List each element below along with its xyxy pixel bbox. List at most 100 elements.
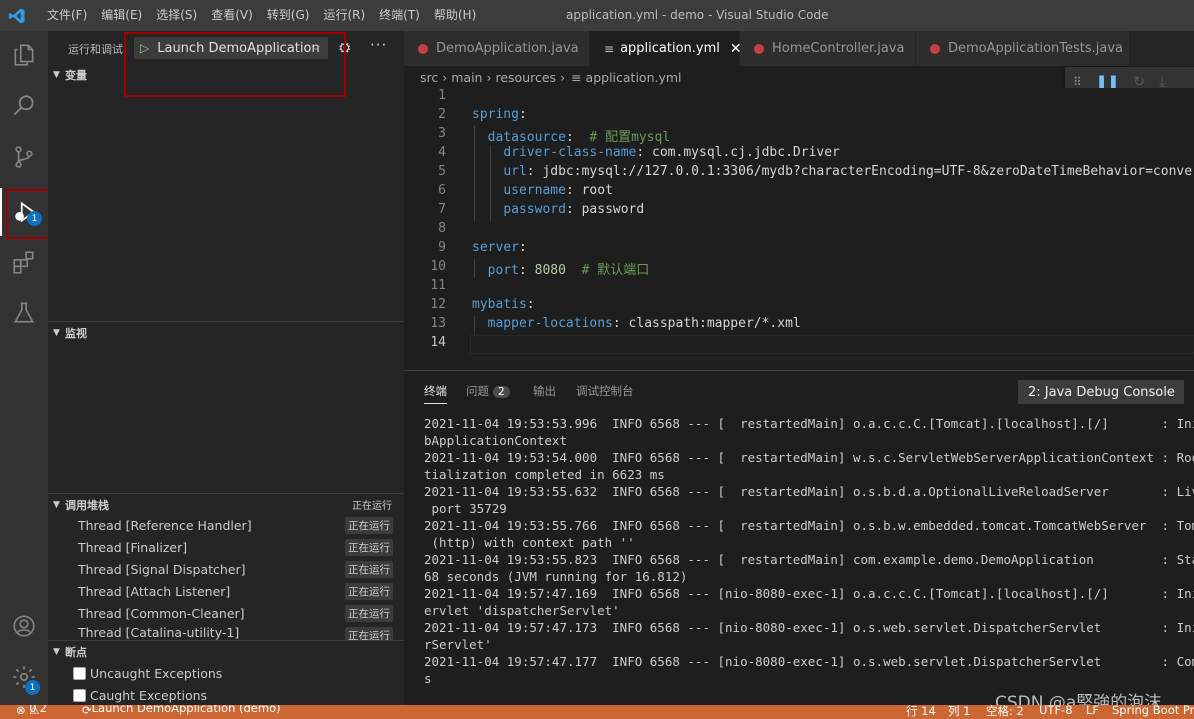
code-line: spring:: [472, 107, 527, 122]
log-line: 2021-11-04 19:53:54.000 INFO 6568 --- [ …: [424, 450, 1194, 465]
tab-application-yml[interactable]: ≡ application.yml ✕: [590, 31, 742, 66]
panel-tab-output[interactable]: 输出: [533, 383, 556, 399]
title-bar: 文件(F) 编辑(E) 选择(S) 查看(V) 转到(G) 运行(R) 终端(T…: [0, 0, 1194, 31]
menu-help[interactable]: 帮助(H): [427, 0, 483, 31]
more-actions-icon[interactable]: ···: [370, 36, 387, 54]
yaml-value: root: [581, 183, 613, 198]
run-debug-sidebar: 运行和调试 ▷ Launch DemoApplication ⌵ ⚙ ··· ▼…: [48, 31, 404, 705]
line-number: 6: [438, 183, 446, 198]
thread-item[interactable]: Thread [Catalina-utility-1] 正在运行: [48, 624, 404, 640]
breadcrumb-resources[interactable]: resources: [495, 70, 556, 85]
testing-flask-icon[interactable]: [0, 289, 48, 337]
yaml-value: com.mysql.cj.jdbc.Driver: [652, 145, 840, 160]
breadcrumb-file[interactable]: application.yml: [586, 70, 682, 85]
yaml-key: server: [472, 240, 519, 255]
breakpoint-caught-exceptions[interactable]: Caught Exceptions: [48, 684, 404, 706]
log-line: 2021-11-04 19:53:53.996 INFO 6568 --- [ …: [424, 416, 1194, 431]
menu-file[interactable]: 文件(F): [40, 0, 94, 31]
thread-item[interactable]: Thread [Reference Handler] 正在运行: [48, 514, 404, 536]
code-editor[interactable]: 1 2 3 4 5 6 7 8 9 10 11 12 13 14 spring:…: [404, 88, 1194, 370]
log-line: 68 seconds (JVM running for 16.812): [424, 569, 688, 584]
breakpoint-checkbox[interactable]: [73, 688, 86, 702]
menu-selection[interactable]: 选择(S): [149, 0, 204, 31]
menu-view[interactable]: 查看(V): [204, 0, 260, 31]
status-language[interactable]: Spring Boot Pro: [1112, 705, 1194, 717]
line-number: 5: [438, 164, 446, 179]
line-number: 4: [438, 145, 446, 160]
status-eol[interactable]: LF: [1086, 705, 1099, 717]
yaml-key: url: [503, 164, 527, 179]
breakpoints-section-header[interactable]: ▼ 断点: [48, 640, 404, 662]
line-number: 11: [430, 278, 446, 293]
code-line: url: jdbc:mysql://127.0.0.1:3306/mydb?ch…: [472, 164, 1194, 179]
chevron-down-icon: ▼: [53, 499, 60, 510]
code-line: mybatis:: [472, 297, 535, 312]
chevron-down-icon: ⌵: [1165, 385, 1174, 398]
extensions-icon[interactable]: [0, 238, 48, 286]
line-number: 10: [430, 259, 446, 274]
chevron-right-icon: ›: [560, 69, 566, 85]
yaml-key: username: [503, 183, 566, 198]
tab-demoapplicationtests-java[interactable]: DemoApplicationTests.java: [916, 31, 1130, 66]
log-line: tialization completed in 6623 ms: [424, 467, 665, 482]
status-launch-label: Launch DemoApplication (demo): [91, 705, 281, 715]
yaml-key: spring: [472, 107, 519, 122]
log-line: 2021-11-04 19:57:47.177 INFO 6568 --- [n…: [424, 654, 1194, 669]
account-icon[interactable]: [0, 602, 48, 650]
thread-status-badge: 正在运行: [345, 539, 393, 556]
status-problems[interactable]: ⊗ 0 ⚠ 2: [16, 705, 47, 717]
breadcrumb-main[interactable]: main: [451, 70, 482, 85]
menu-bar: 文件(F) 编辑(E) 选择(S) 查看(V) 转到(G) 运行(R) 终端(T…: [40, 0, 483, 31]
thread-name: Thread [Catalina-utility-1]: [78, 624, 240, 640]
thread-item[interactable]: Thread [Finalizer] 正在运行: [48, 536, 404, 558]
thread-status-badge: 正在运行: [345, 605, 393, 622]
breadcrumb-src[interactable]: src: [420, 70, 438, 85]
log-line: 2021-11-04 19:53:55.766 INFO 6568 --- [ …: [424, 518, 1194, 533]
thread-item[interactable]: Thread [Attach Listener] 正在运行: [48, 580, 404, 602]
status-line[interactable]: 行 14: [906, 705, 936, 719]
menu-go[interactable]: 转到(G): [260, 0, 317, 31]
yaml-key: mybatis: [472, 297, 527, 312]
thread-name: Thread [Signal Dispatcher]: [78, 561, 246, 577]
breakpoint-checkbox[interactable]: [73, 666, 86, 680]
status-indent[interactable]: 空格: 2: [986, 705, 1024, 719]
drag-handle-icon[interactable]: ⠿: [1073, 75, 1082, 89]
menu-terminal[interactable]: 终端(T): [372, 0, 427, 31]
callstack-status: 正在运行: [352, 501, 392, 512]
thread-item[interactable]: Thread [Common-Cleaner] 正在运行: [48, 602, 404, 624]
explorer-icon[interactable]: [0, 31, 48, 79]
line-number-current: 14: [430, 335, 446, 350]
console-select-dropdown[interactable]: 2: Java Debug Console ⌵: [1018, 380, 1184, 404]
activity-bar: 1 1: [0, 31, 48, 705]
problems-count-badge: 2: [493, 386, 510, 398]
source-control-icon[interactable]: [0, 133, 48, 181]
panel-tab-problems[interactable]: 问题 2: [466, 383, 510, 399]
status-debug-launch[interactable]: ⟳ Launch DemoApplication (demo): [82, 705, 281, 717]
tab-demoapplication-java[interactable]: DemoApplication.java: [404, 31, 590, 66]
variables-title: 变量: [65, 69, 87, 82]
panel-tab-label: 问题: [466, 384, 489, 398]
menu-run[interactable]: 运行(R): [316, 0, 372, 31]
thread-item[interactable]: Thread [Signal Dispatcher] 正在运行: [48, 558, 404, 580]
callstack-section-header[interactable]: ▼ 调用堆栈 正在运行: [48, 493, 404, 515]
yaml-comment: # 默认端口: [581, 263, 650, 278]
tab-homecontroller-java[interactable]: HomeController.java: [740, 31, 916, 66]
panel-tab-terminal[interactable]: 终端: [424, 383, 447, 404]
settings-gear-icon[interactable]: 1: [0, 653, 48, 701]
status-encoding[interactable]: UTF-8: [1039, 705, 1073, 717]
menu-edit[interactable]: 编辑(E): [94, 0, 149, 31]
breakpoint-uncaught-exceptions[interactable]: Uncaught Exceptions: [48, 662, 404, 684]
line-number: 2: [438, 107, 446, 122]
log-line: 2021-11-04 19:53:55.632 INFO 6568 --- [ …: [424, 484, 1194, 499]
status-bar: ⊗ 0 ⚠ 2 ⟳ Launch DemoApplication (demo) …: [0, 705, 1194, 719]
status-column[interactable]: 列 1: [948, 705, 970, 719]
tab-label: DemoApplicationTests.java: [948, 41, 1124, 56]
chevron-right-icon: ›: [442, 69, 448, 85]
chevron-right-icon: ›: [486, 69, 492, 85]
highlight-box-launch-config: [124, 32, 346, 97]
panel-tab-debug-console[interactable]: 调试控制台: [576, 383, 634, 399]
watch-section-header[interactable]: ▼ 监视: [48, 321, 404, 343]
log-line: (http) with context path '': [424, 535, 635, 550]
yaml-value: jdbc:mysql://127.0.0.1:3306/mydb?charact…: [542, 164, 1194, 179]
search-icon[interactable]: [0, 81, 48, 129]
